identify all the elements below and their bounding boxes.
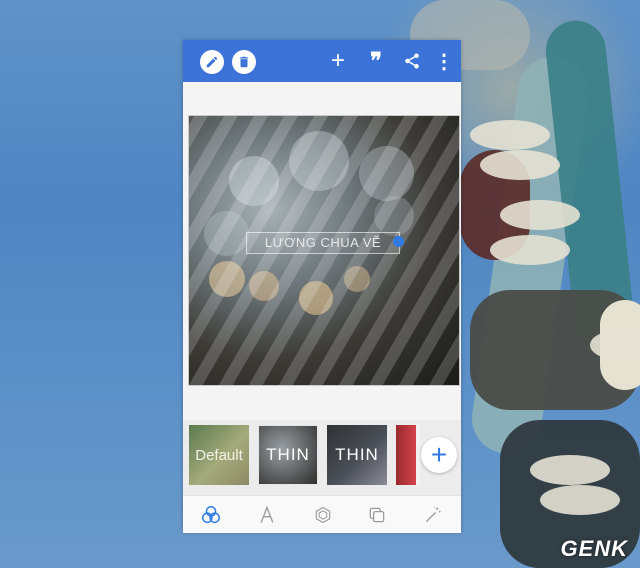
layers-button[interactable]	[365, 503, 389, 527]
magic-button[interactable]	[421, 503, 445, 527]
layers-icon	[369, 507, 385, 523]
delete-button[interactable]	[232, 50, 256, 74]
more-options-button[interactable]: ⋮	[433, 50, 455, 73]
text-overlay[interactable]: LƯƠNG CHUA VẼ	[246, 232, 400, 254]
filter-thumb-thin-dark[interactable]: THIN	[327, 425, 387, 485]
shape-button[interactable]	[311, 503, 335, 527]
bottom-toolbar	[183, 495, 461, 533]
app-window: + ❞ ⋮ LƯƠNG CHUA VẼ Default THIN THIN +	[183, 40, 461, 533]
background-insulator	[490, 235, 570, 265]
share-icon	[405, 53, 419, 69]
top-toolbar: + ❞ ⋮	[183, 40, 461, 82]
selected-outline	[258, 425, 318, 485]
text-font-icon	[260, 505, 274, 523]
image-canvas[interactable]: LƯƠNG CHUA VẼ	[188, 115, 460, 386]
background-insulator	[480, 150, 560, 180]
pencil-icon	[206, 56, 218, 68]
background-insulator	[540, 485, 620, 515]
resize-handle[interactable]	[393, 236, 404, 247]
background-insulator	[530, 455, 610, 485]
background-insulator	[470, 120, 550, 150]
trash-icon	[239, 56, 249, 68]
filter-label: Default	[195, 446, 243, 464]
filter-thumb-thin[interactable]: THIN	[258, 425, 318, 485]
background-insulator	[500, 200, 580, 230]
watermark-logo: GENK	[560, 536, 628, 561]
add-text-button[interactable]: +	[327, 47, 349, 74]
color-filter-button[interactable]	[199, 503, 223, 527]
magic-wand-icon	[425, 506, 441, 523]
hexagon-shape-icon	[315, 506, 331, 524]
filter-thumb-default[interactable]: Default	[189, 425, 249, 485]
share-button[interactable]	[401, 50, 423, 72]
font-button[interactable]	[255, 503, 279, 527]
quote-button[interactable]: ❞	[365, 48, 387, 73]
filter-label: THIN	[335, 445, 379, 464]
edit-button[interactable]	[200, 50, 224, 74]
filter-thumb-red[interactable]	[396, 425, 420, 485]
color-filter-icon	[202, 506, 220, 524]
add-filter-button[interactable]: +	[421, 437, 457, 473]
filter-strip: Default THIN THIN +	[183, 420, 461, 495]
